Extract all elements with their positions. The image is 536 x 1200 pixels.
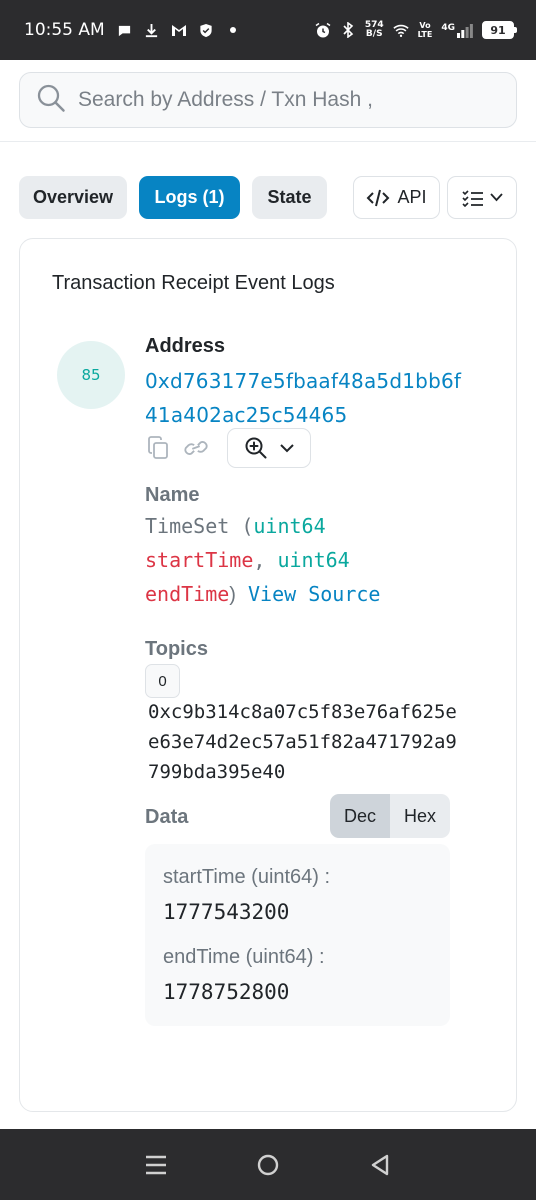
chevron-down-icon (280, 443, 294, 452)
network-type: 4G (441, 22, 455, 33)
data-value: 1777543200 (163, 900, 290, 924)
event-logs-card: Transaction Receipt Event Logs 85 Addres… (19, 238, 517, 1112)
dec-button[interactable]: Dec (330, 794, 390, 838)
status-time: 10:55 AM (24, 20, 105, 40)
data-label: Data (145, 806, 189, 828)
zoom-dropdown-button[interactable] (227, 428, 311, 468)
gmail-icon (171, 22, 187, 38)
code-icon (367, 189, 390, 206)
back-button[interactable] (365, 1150, 395, 1180)
chevron-down-icon (489, 193, 503, 202)
data-key: endTime (uint64) : (163, 946, 325, 968)
status-bar: 10:55 AM 574 B/S Vo LTE 4G 91 (0, 0, 536, 60)
tab-logs[interactable]: Logs (1) (139, 176, 240, 219)
name-label: Name (145, 484, 200, 506)
shield-icon (198, 22, 214, 38)
dec-hex-toggle: Dec Hex (330, 794, 450, 838)
signal-icon (457, 23, 473, 38)
hex-button[interactable]: Hex (390, 794, 450, 838)
tab-bar: Overview Logs (1) State API (19, 176, 517, 220)
data-box: startTime (uint64) : 1777543200 endTime … (145, 844, 450, 1026)
volte-bottom: LTE (417, 30, 433, 39)
network-speed: 574 B/S (365, 21, 384, 39)
search-box[interactable] (19, 72, 517, 128)
system-nav-bar (0, 1129, 536, 1200)
close-paren: ) (229, 584, 236, 606)
home-circle-icon (257, 1154, 279, 1175)
volte-top: Vo (419, 21, 431, 30)
search-area (0, 60, 536, 142)
battery-indicator: 91 (482, 21, 517, 39)
signal-indicator: 4G (441, 23, 473, 38)
address-label: Address (145, 335, 226, 357)
copy-icon[interactable] (145, 435, 171, 461)
topics-label: Topics (145, 638, 208, 660)
param2-name: endTime (145, 582, 230, 606)
api-button[interactable]: API (353, 176, 440, 219)
alarm-icon (315, 22, 331, 38)
bluetooth-icon (340, 22, 356, 38)
tab-state[interactable]: State (252, 176, 327, 219)
zoom-in-icon (245, 437, 267, 459)
search-icon (36, 83, 66, 118)
param1-type: uint64 (253, 514, 326, 538)
filter-menu-button[interactable] (447, 176, 517, 219)
event-name: TimeSet ( (145, 514, 254, 538)
address-link[interactable]: 0xd763177e5fbaaf48a5d1bb6f41a402ac25c544… (145, 364, 465, 432)
data-key: startTime (uint64) : (163, 866, 331, 888)
log-index-badge: 85 (57, 341, 125, 409)
param1-name: startTime (145, 548, 254, 572)
recent-apps-button[interactable] (141, 1150, 171, 1180)
search-input[interactable] (78, 88, 478, 112)
card-title: Transaction Receipt Event Logs (52, 272, 335, 294)
volte-indicator: Vo LTE (418, 21, 433, 39)
wifi-icon (392, 22, 409, 38)
back-triangle-icon (371, 1154, 389, 1175)
api-label: API (397, 187, 427, 207)
param2-type: uint64 (277, 548, 350, 572)
view-source-link[interactable]: View Source (248, 582, 380, 606)
data-value: 1778752800 (163, 980, 290, 1004)
download-icon (144, 22, 160, 38)
dot-icon (225, 22, 241, 38)
topic-index-badge: 0 (145, 664, 180, 698)
param-comma: , (253, 548, 266, 572)
checklist-icon (461, 189, 483, 207)
menu-icon (146, 1155, 166, 1174)
tab-overview[interactable]: Overview (19, 176, 127, 219)
chat-bubble-icon (117, 22, 133, 38)
home-button[interactable] (253, 1150, 283, 1180)
topic-value: 0xc9b314c8a07c5f83e76af625ee63e74d2ec57a… (148, 701, 457, 783)
net-speed-unit: B/S (365, 29, 383, 39)
address-actions (145, 428, 311, 468)
link-icon[interactable] (183, 435, 209, 461)
event-signature: TimeSet (uint64 startTime, uint64 endTim… (145, 509, 475, 612)
